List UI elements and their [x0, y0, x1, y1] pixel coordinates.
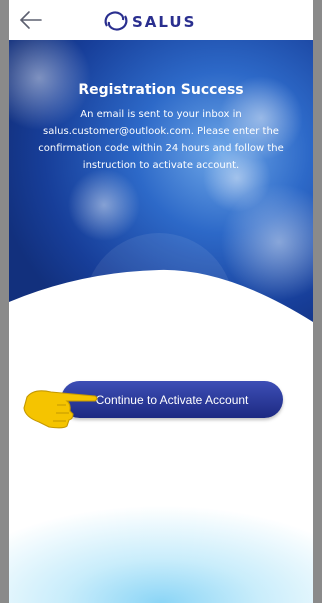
- app-screen: SALUS Registration Success An email is s…: [9, 0, 313, 603]
- registration-message: Registration Success An email is sent to…: [31, 82, 291, 174]
- registration-details: An email is sent to your inbox in salus.…: [38, 109, 284, 171]
- brand-wordmark: SALUS: [132, 13, 196, 31]
- top-bar: SALUS: [9, 0, 313, 40]
- pointing-hand-icon: [23, 390, 98, 429]
- screenshot-frame: SALUS Registration Success An email is s…: [0, 0, 322, 603]
- continue-activation-label: Continue to Activate Account: [95, 392, 249, 407]
- back-arrow-icon[interactable]: [17, 8, 45, 32]
- salus-logo: SALUS: [104, 11, 196, 31]
- registration-title: Registration Success: [78, 82, 244, 98]
